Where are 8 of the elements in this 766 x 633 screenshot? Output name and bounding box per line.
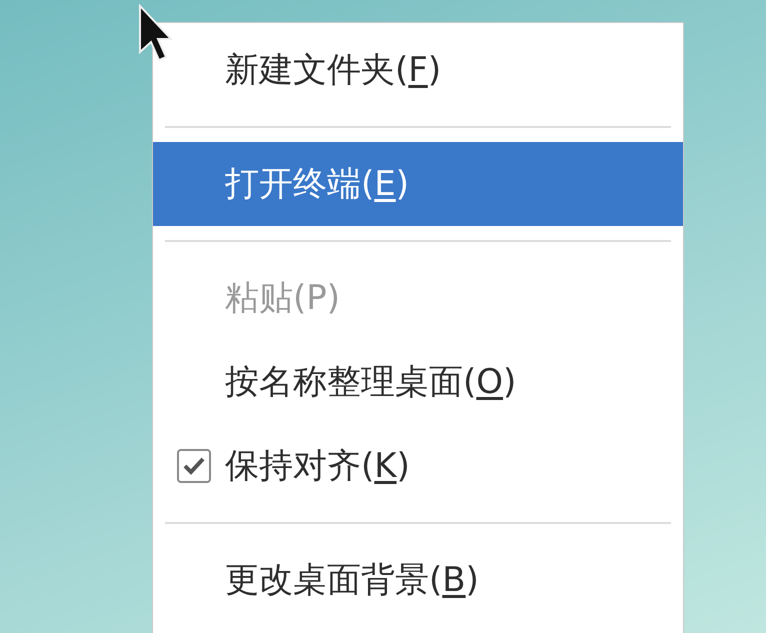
check-icon <box>182 456 206 476</box>
menu-item[interactable]: 新建文件夹(F) <box>153 28 683 112</box>
menu-item[interactable]: 打开终端(E) <box>153 142 683 226</box>
menu-item[interactable]: 按名称整理桌面(O) <box>153 340 683 424</box>
mouse-pointer-icon <box>138 4 172 62</box>
checkbox[interactable] <box>177 449 211 483</box>
menu-item[interactable]: 更改桌面背景(B) <box>153 538 683 622</box>
menu-item[interactable]: 保持对齐(K) <box>153 424 683 508</box>
